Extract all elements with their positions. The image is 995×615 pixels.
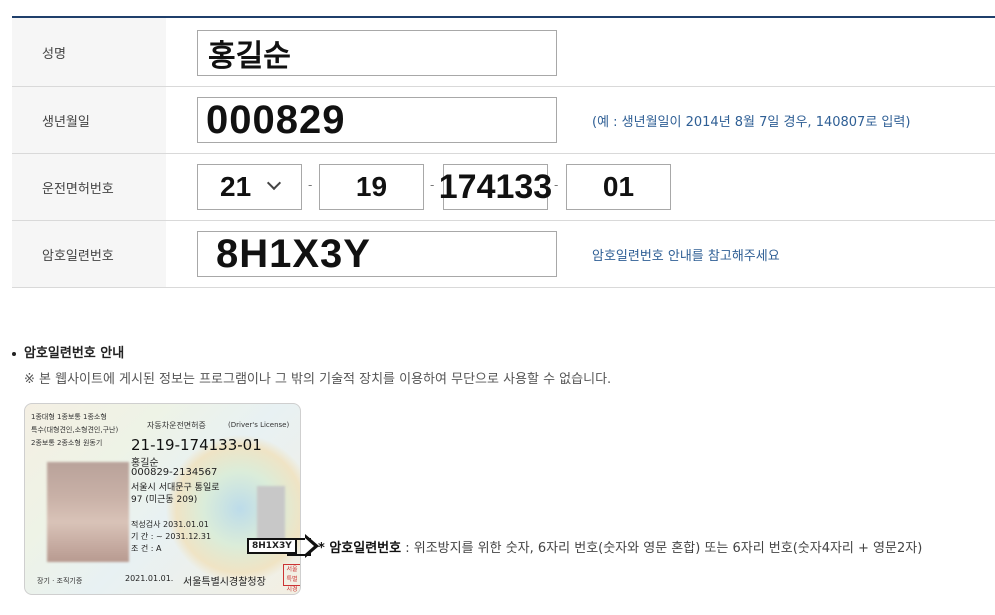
birth-label: 생년월일 <box>12 87 166 153</box>
card-address: 97 (미근동 209) <box>131 495 198 505</box>
license-part3-input[interactable]: 174133 <box>439 164 552 210</box>
card-renewal: 적성검사 2031.01.01 <box>131 520 209 529</box>
serial-hint: 암호일련번호 안내를 참고해주세요 <box>592 249 780 264</box>
arrow-head-inner <box>305 538 314 554</box>
serial-row: 암호일련번호 8H1X3Y 암호일련번호 안내를 참고해주세요 <box>12 221 995 288</box>
birth-row: 생년월일 000829 (예 : 생년월일이 2014년 8월 7일 경우, 1… <box>12 87 995 154</box>
separator: - <box>430 178 435 192</box>
license-card-image: 1종대형 1종보통 1종소형 특수(대형견인,소형견인,구난) 2종보통 2종소… <box>24 403 301 595</box>
serial-label: 암호일련번호 <box>12 221 166 287</box>
card-title-en: (Driver's License) <box>228 421 290 429</box>
card-classes: 특수(대형견인,소형견인,구난) <box>31 426 119 434</box>
bullet-icon <box>12 351 16 356</box>
birth-input[interactable]: 000829 <box>197 97 557 143</box>
chevron-down-icon <box>266 175 282 191</box>
name-row: 성명 홍길순 <box>12 18 995 87</box>
license-label: 운전면허번호 <box>12 154 166 220</box>
explain-text: : 위조방지를 위한 숫자, 6자리 번호(숫자와 영문 혼합) 또는 6자리 … <box>401 541 923 556</box>
serial-input[interactable]: 8H1X3Y <box>197 231 557 277</box>
card-issuer: 서울특별시경찰청장 <box>183 577 266 588</box>
card-stamp: 서울특별시경찰청장 <box>283 564 300 593</box>
card-footer-left: 장기 · 조직기증 <box>37 577 83 585</box>
card-photo <box>47 462 129 562</box>
license-part2-input[interactable]: 19 <box>319 164 424 210</box>
card-condition: 조 건 : A <box>131 544 162 553</box>
guide-title: 암호일련번호 안내 <box>12 342 124 361</box>
card-classes: 2종보통 2종소형 원동기 <box>31 439 103 447</box>
license-region-select[interactable]: 21 <box>197 164 302 210</box>
card-classes: 1종대형 1종보통 1종소형 <box>31 413 107 421</box>
card-thumbnail <box>257 486 285 541</box>
license-region-value: 21 <box>220 171 252 202</box>
card-rrn: 000829-2134567 <box>131 467 218 478</box>
card-issue-date: 2021.01.01. <box>125 574 174 583</box>
license-part4-input[interactable]: 01 <box>566 164 671 210</box>
guide-note: ※ 본 웹사이트에 게시된 정보는 프로그램이나 그 밖의 기술적 장치를 이용… <box>24 372 612 387</box>
name-input[interactable]: 홍길순 <box>197 30 557 76</box>
card-number: 21-19-174133-01 <box>131 436 262 454</box>
separator: - <box>554 178 559 192</box>
serial-explanation: * 암호일련번호 : 위조방지를 위한 숫자, 6자리 번호(숫자와 영문 혼합… <box>318 537 922 556</box>
separator: - <box>308 178 313 192</box>
explain-label: * 암호일련번호 <box>318 541 402 556</box>
card-period: 기 간 : ~ 2031.12.31 <box>131 532 212 541</box>
card-title: 자동차운전면허증 <box>147 421 206 430</box>
name-label: 성명 <box>12 18 166 86</box>
verification-form: 성명 홍길순 생년월일 000829 (예 : 생년월일이 2014년 8월 7… <box>12 16 995 288</box>
license-row: 운전면허번호 21 - 19 - 174133 - 01 <box>12 154 995 221</box>
birth-hint: (예 : 생년월일이 2014년 8월 7일 경우, 140807로 입력) <box>592 115 911 130</box>
